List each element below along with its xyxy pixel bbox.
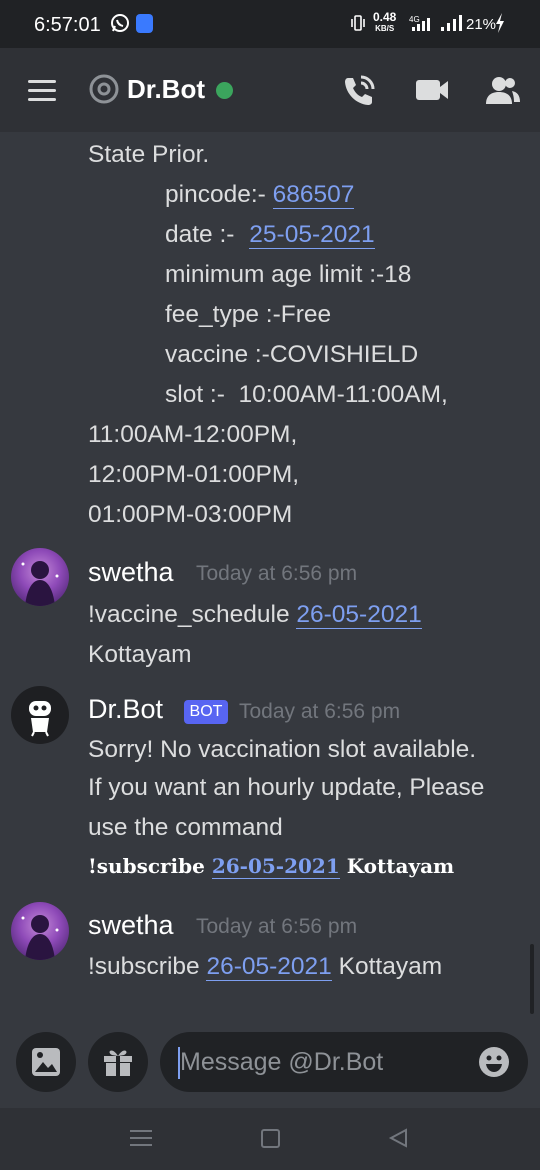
vpn-icon <box>136 14 153 33</box>
gift-icon <box>104 1050 132 1076</box>
pincode-line: pincode:- 686507 <box>165 180 355 210</box>
battery-percent: 21% <box>466 16 497 33</box>
message-text: Sorry! No vaccination slot available. <box>88 736 477 763</box>
network-label: 4G <box>409 15 420 24</box>
bot-avatar[interactable] <box>11 686 69 744</box>
date-label: date :- <box>165 221 235 248</box>
menu-icon[interactable] <box>28 80 56 102</box>
date-link[interactable]: 25-05-2021 <box>249 221 375 249</box>
message-timestamp: Today at 6:56 pm <box>196 915 358 938</box>
attach-image-button[interactable] <box>16 1032 76 1092</box>
city-text: Kottayam <box>346 854 455 878</box>
message-timestamp: Today at 6:56 pm <box>196 562 358 585</box>
command-text: !vaccine_schedule <box>88 601 290 628</box>
user-avatar-image <box>21 915 59 960</box>
signal-4g-icon: 4G <box>409 15 430 31</box>
message-placeholder: Message @Dr.Bot <box>180 1048 384 1076</box>
command-text: !subscribe <box>88 953 200 980</box>
message-timestamp: Today at 6:56 pm <box>239 700 401 723</box>
pincode-link[interactable]: 686507 <box>272 181 355 209</box>
members-icon[interactable] <box>485 74 521 106</box>
bot-badge: BOT <box>184 700 228 724</box>
city-text: Kottayam <box>338 953 443 980</box>
slot-line: 01:00PM-03:00PM <box>88 501 293 528</box>
slot-line: slot :- 10:00AM-11:00AM, <box>165 381 448 408</box>
speed-unit: KB/S <box>375 24 395 33</box>
speed-value: 0.48 <box>373 10 397 24</box>
date-line: date :- 25-05-2021 <box>165 220 375 250</box>
vibrate-icon <box>351 15 365 31</box>
date-link[interactable]: 26-05-2021 <box>211 854 340 879</box>
fee-type-line: fee_type :-Free <box>165 301 332 328</box>
user-avatar-image <box>21 561 59 606</box>
at-icon <box>89 74 119 104</box>
message-text: !vaccine_schedule 26-05-2021 <box>88 600 422 630</box>
status-time: 6:57:01 <box>34 14 101 36</box>
message-author[interactable]: Dr.Bot <box>88 694 163 725</box>
gift-button[interactable] <box>88 1032 148 1092</box>
pincode-label: pincode:- <box>165 181 266 208</box>
message-text: Kottayam <box>88 641 192 668</box>
system-nav-bar <box>0 1108 540 1170</box>
date-link[interactable]: 26-05-2021 <box>206 953 332 981</box>
slot-line: 11:00AM-12:00PM, <box>88 421 298 448</box>
home-icon[interactable] <box>261 1129 280 1148</box>
message-author[interactable]: swetha <box>88 557 174 588</box>
network-speed: 0.48 KB/S <box>373 10 397 34</box>
scrollbar[interactable] <box>530 944 534 1014</box>
min-age-line: minimum age limit :-18 <box>165 261 412 288</box>
chat-header: Dr.Bot <box>0 48 540 132</box>
page-title: Dr.Bot <box>127 74 205 104</box>
avatar[interactable] <box>11 902 69 960</box>
signal-icon <box>441 15 462 31</box>
online-status-dot <box>216 82 233 99</box>
date-link[interactable]: 26-05-2021 <box>296 601 422 629</box>
vaccine-line: vaccine :-COVISHIELD <box>165 341 419 368</box>
back-icon[interactable] <box>388 1128 408 1148</box>
message-text: !subscribe 26-05-2021 Kottayam <box>88 952 442 982</box>
command-text: !subscribe <box>88 854 205 878</box>
robot-icon <box>29 701 51 737</box>
call-icon[interactable] <box>342 74 376 108</box>
recent-apps-icon[interactable] <box>130 1130 152 1148</box>
status-bar: 6:57:01 0.48 KB/S 4G 21% <box>0 0 540 48</box>
message-input[interactable]: Message @Dr.Bot <box>160 1032 528 1092</box>
image-icon <box>32 1048 60 1076</box>
emoji-icon[interactable] <box>478 1046 510 1078</box>
message-text: State Prior. <box>88 141 210 168</box>
charging-icon <box>496 13 504 33</box>
slot-line: 12:00PM-01:00PM, <box>88 461 300 488</box>
message-text: If you want an hourly update, Please <box>88 774 485 801</box>
avatar[interactable] <box>11 548 69 606</box>
message-text: use the command <box>88 814 283 841</box>
command-line: !subscribe 26-05-2021 Kottayam <box>88 854 455 879</box>
whatsapp-icon <box>111 14 129 32</box>
video-icon[interactable] <box>415 78 449 102</box>
message-author[interactable]: swetha <box>88 910 174 941</box>
